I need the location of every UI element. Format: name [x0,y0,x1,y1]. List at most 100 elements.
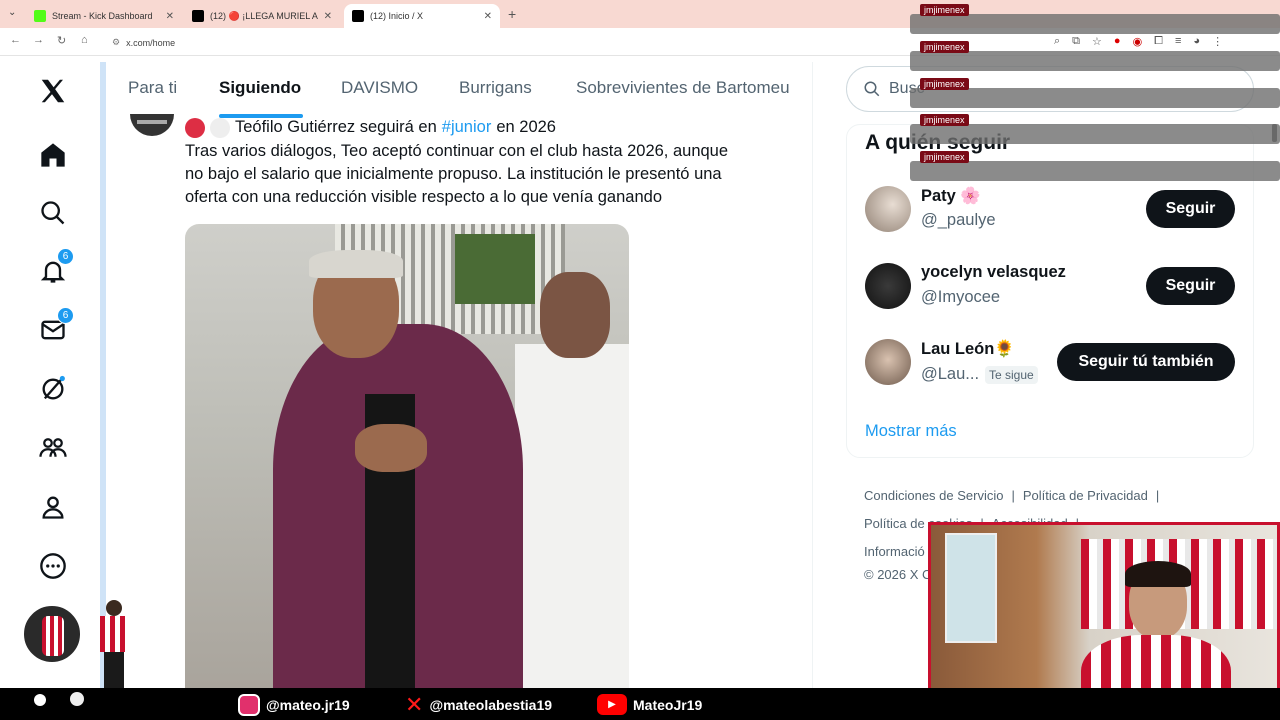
browser-extensions: ⌕ ⧉ ☆ ● ◉ ⧠ ≡ ◕ ⋮ [1054,35,1223,48]
chat-message-bar [910,124,1280,144]
photo-man-head [540,272,610,358]
social-x: ✕ @mateolabestia19 [405,694,552,716]
extensions-puzzle-icon[interactable]: ⧠ [1154,35,1163,48]
zoom-icon[interactable]: ⌕ [1054,35,1060,48]
follows-you-badge: Te sigue [985,366,1038,384]
x-favicon-icon [192,10,204,22]
notifications-bell-icon[interactable]: 6 [36,248,74,288]
social-instagram: @mateo.jr19 [238,694,350,716]
tab-burrigans[interactable]: Burrigans [459,78,532,98]
profile-avatar-icon[interactable]: ◕ [1193,35,1200,48]
feed-border [812,62,813,688]
tab-list-icon[interactable]: ⌄ [8,7,16,18]
x-logo-icon[interactable] [36,74,70,108]
tweet-headline: Teófilo Gutiérrez seguirá en #junior en … [185,116,556,140]
close-tab-icon[interactable]: ✕ [166,11,174,22]
photo-player-hand [355,424,427,472]
tab-siguiendo[interactable]: Siguiendo [219,78,301,98]
tab-title: (12) Inicio / X [370,11,424,21]
tab-davismo[interactable]: DAVISMO [341,78,418,98]
browser-tab-x-home[interactable]: (12) Inicio / X ✕ [344,4,500,28]
messages-envelope-icon[interactable]: 6 [36,307,74,347]
chat-username: jmjimenex [920,114,969,126]
chat-username: jmjimenex [920,41,969,53]
player-figure [42,616,64,656]
home-icon[interactable] [36,138,70,172]
follow-button[interactable]: Seguir [1146,267,1235,305]
photo-player-hair [309,250,403,278]
x-icon: ✕ [405,692,424,717]
footer-links-row-1: Condiciones de Servicio | Política de Pr… [864,488,1159,503]
more-options-icon[interactable] [36,549,70,583]
photo-plants [455,234,535,304]
notifications-badge: 6 [57,248,74,265]
forward-icon[interactable]: → [33,34,44,46]
tweet-body-line: no bajo el salario que inicialmente prop… [185,165,722,183]
photo-man-shirt [515,344,629,688]
tab-para-ti[interactable]: Para ti [128,78,177,98]
tweet-author-avatar[interactable] [130,114,174,136]
bookmark-star-icon[interactable]: ☆ [1092,35,1102,48]
communities-icon[interactable] [36,431,70,465]
reload-icon[interactable]: ↻ [57,34,66,47]
chat-message-bar [910,88,1280,108]
suggestion-name[interactable]: yocelyn velasquez [921,263,1066,282]
account-avatar[interactable] [22,604,82,664]
footer-link[interactable]: Informació [864,544,925,559]
kick-favicon-icon [34,10,46,22]
hashtag-link[interactable]: #junior [442,116,492,140]
chat-message-bar [910,161,1280,181]
chat-message-bar [910,14,1280,34]
avatar[interactable] [865,263,911,309]
footer-separator: | [1011,488,1015,503]
white-circle-emoji-icon [210,117,230,138]
site-info-icon[interactable]: ⚙ [112,37,120,48]
close-tab-icon[interactable]: ✕ [484,11,492,22]
tweet-headline-prefix: Teófilo Gutiérrez seguirá en [235,118,437,136]
close-tab-icon[interactable]: ✕ [324,11,332,22]
tab-sobrevivientes[interactable]: Sobrevivientes de Bartomeu [576,78,790,98]
new-tab-button[interactable]: + [508,6,516,22]
tweet-headline-suffix: en 2026 [496,118,556,136]
copyright-text: © 2026 X C [864,567,932,582]
browser-tab-kick[interactable]: Stream - Kick Dashboard ✕ [26,4,182,28]
home-button-icon[interactable]: ⌂ [81,34,88,46]
share-icon[interactable]: ⧉ [1072,35,1080,48]
back-icon[interactable]: ← [10,34,21,46]
extension-icon[interactable]: ◉ [1133,35,1143,48]
address-bar[interactable]: ⚙ x.com/home [104,33,924,52]
follow-back-button[interactable]: Seguir tú también [1057,343,1235,381]
tweet-photo[interactable] [185,224,629,688]
suggestion-handle: @Imyocee [921,288,1001,306]
tab-title: (12) 🔴 ¡LLEGA MURIEL A JU [210,10,320,21]
suggestion-name[interactable]: Paty 🌸 [921,187,981,206]
follow-button[interactable]: Seguir [1146,190,1235,228]
footer-link[interactable]: Política de Privacidad [1023,488,1148,503]
footer-separator: | [1155,488,1160,503]
explore-search-icon[interactable] [36,196,70,230]
chat-message-bar [910,51,1280,71]
show-more-link[interactable]: Mostrar más [865,422,957,441]
instagram-icon [238,694,260,716]
suggestion-handle: @_paulye [921,211,996,229]
suggestion-name[interactable]: Lau León🌻 [921,340,1015,359]
tab-title: Stream - Kick Dashboard [52,11,153,21]
red-circle-emoji-icon [185,117,205,138]
browser-tab-muriel[interactable]: (12) 🔴 ¡LLEGA MURIEL A JU ✕ [184,4,340,28]
x-favicon-icon [352,10,364,22]
x-handle: @mateolabestia19 [429,697,553,713]
chat-username: jmjimenex [920,4,969,16]
suggestion-handle: @Lau... [921,365,980,383]
avatar[interactable] [865,186,911,232]
grok-icon[interactable] [36,372,70,406]
footer-link[interactable]: Condiciones de Servicio [864,488,1003,503]
profile-icon[interactable] [36,490,70,524]
extension-icon[interactable]: ● [1114,35,1121,48]
tweet-body-line: oferta con una reducción visible respect… [185,188,662,206]
chat-username: jmjimenex [920,78,969,90]
avatar[interactable] [865,339,911,385]
url-text: x.com/home [126,37,176,48]
browser-menu-icon[interactable]: ⋮ [1212,35,1223,48]
messages-badge: 6 [57,307,74,324]
reading-list-icon[interactable]: ≡ [1175,35,1181,48]
